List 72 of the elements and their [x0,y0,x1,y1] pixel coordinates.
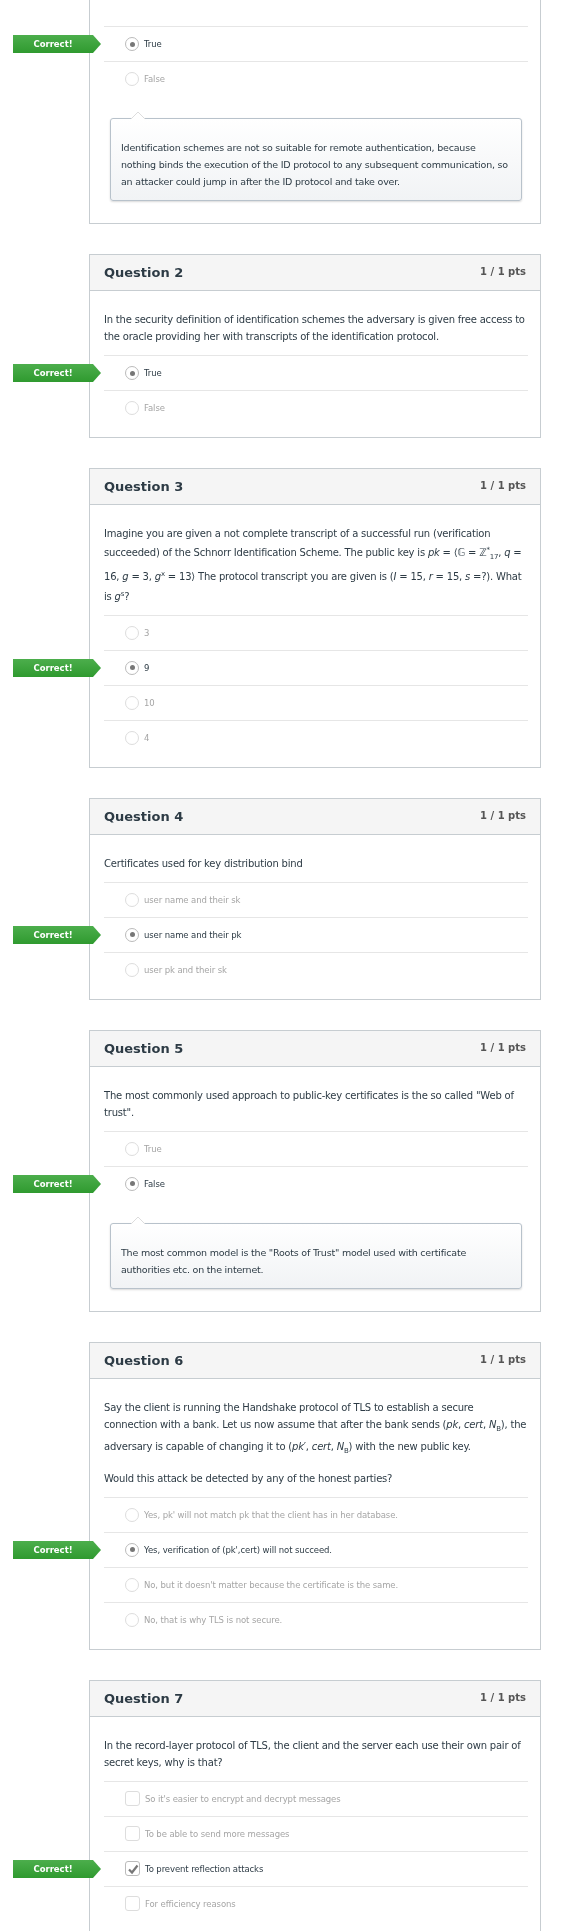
answer-label: No, but it doesn't matter because the certificate is the same. [144,1580,399,1590]
radio-button[interactable] [125,731,139,745]
radio-button[interactable] [125,401,139,415]
checkbox[interactable] [125,1826,140,1842]
answer-label: user pk and their sk [144,965,227,975]
points-label: 1 / 1 pts [480,1042,526,1053]
question-title: Question 5 [104,1041,184,1056]
answer-label: user name and their pk [144,930,242,940]
points-label: 1 / 1 pts [480,1354,526,1365]
answer-label: 3 [144,628,150,638]
answer-label: False [144,1179,165,1189]
radio-button[interactable] [125,1508,139,1522]
radio-button[interactable] [125,1578,139,1592]
answer-label: For efficiency reasons [145,1899,236,1909]
radio-button[interactable] [125,626,139,640]
caret-icon [131,1217,145,1224]
question-text: In the record-layer protocol of TLS, the client and the server each use their own pair of secret keys, why is that? [104,1739,522,1770]
radio-button[interactable] [125,893,139,907]
question-title: Question 7 [104,1691,184,1706]
question-title: Question 2 [104,265,184,280]
radio-button[interactable] [125,1142,139,1156]
correct-badge: Correct! [13,1175,101,1193]
answer-label: To be able to send more messages [145,1829,290,1839]
correct-badge: Correct! [13,659,101,677]
radio-button[interactable] [125,696,139,710]
radio-button[interactable] [125,366,139,380]
answer-label: No, that is why TLS is not secure. [144,1615,283,1625]
answer-label: True [144,39,162,49]
answer-label: user name and their sk [144,895,241,905]
answer-label: 9 [144,663,150,673]
correct-badge: Correct! [13,1541,101,1559]
points-label: 1 / 1 pts [480,1692,526,1703]
correct-badge: Correct! [13,364,101,382]
answer-label: To prevent reflection attacks [145,1864,264,1874]
radio-button[interactable] [125,1543,139,1557]
correct-badge: Correct! [13,1860,101,1878]
radio-button[interactable] [125,1177,139,1191]
answer-label: False [144,74,165,84]
question-text: Imagine you are given a not complete transcript of a successful run (verification succeeded) of the Schnorr Identification Scheme. The public key is pk = ⟨𝔾 = ℤ$^{*}$$_{17}$, q = 16, g = 3, g$^{x}$ = 13⟩ The protocol transcript you are given is (I = 15, r = 15, s =?). What is g$^{s}$? [104,527,523,604]
question-text: Would this attack be detected by any of the honest parties? [104,1472,394,1486]
radio-button[interactable] [125,1613,139,1627]
correct-badge: Correct! [13,926,101,944]
answer-label: 4 [144,733,150,743]
points-label: 1 / 1 pts [480,266,526,277]
question-text: Say the client is running the Handshake protocol of TLS to establish a secure connection with a bank. Let us now assume that after the bank sends (pk, cert, N$_{B}$), the adversary is capable of changing it to (pk′, cert, N$_{B}$) with the new public key. [104,1401,528,1457]
question-title: Question 3 [104,479,184,494]
question-title: Question 6 [104,1353,184,1368]
radio-button[interactable] [125,928,139,942]
radio-button[interactable] [125,963,139,977]
answer-label: False [144,403,165,413]
caret-icon [131,112,145,119]
radio-button[interactable] [125,72,139,86]
answer-label: True [144,368,162,378]
feedback-text: Identification schemes are not so suitable for remote authentication, because nothing binds the execution of the ID protocol to any subsequent communication, so an attacker could jump in after the ID protocol and take over. [110,118,522,201]
radio-button[interactable] [125,661,139,675]
points-label: 1 / 1 pts [480,810,526,821]
question-text: The most commonly used approach to public-key certificates is the so called "Web of trust". [104,1089,516,1120]
answer-label: 10 [144,698,155,708]
correct-badge: Correct! [13,35,101,53]
radio-button[interactable] [125,37,139,51]
checkbox[interactable] [125,1896,140,1912]
question-text: In the security definition of identification schemes the adversary is given free access to the oracle providing her with transcripts of the identification protocol. [104,313,526,344]
checkbox[interactable] [125,1791,140,1807]
feedback-text: The most common model is the "Roots of Trust" model used with certificate authorities etc. on the internet. [110,1223,522,1289]
answer-label: So it's easier to encrypt and decrypt messages [145,1794,341,1804]
answer-label: Yes, verification of (pk',cert) will not succeed. [144,1545,332,1555]
question-text: Certificates used for key distribution bind [104,857,304,871]
question-title: Question 4 [104,809,184,824]
answer-label: Yes, pk' will not match pk that the client has in her database. [144,1510,398,1520]
answer-label: True [144,1144,162,1154]
points-label: 1 / 1 pts [480,480,526,491]
checkbox[interactable] [125,1861,140,1877]
